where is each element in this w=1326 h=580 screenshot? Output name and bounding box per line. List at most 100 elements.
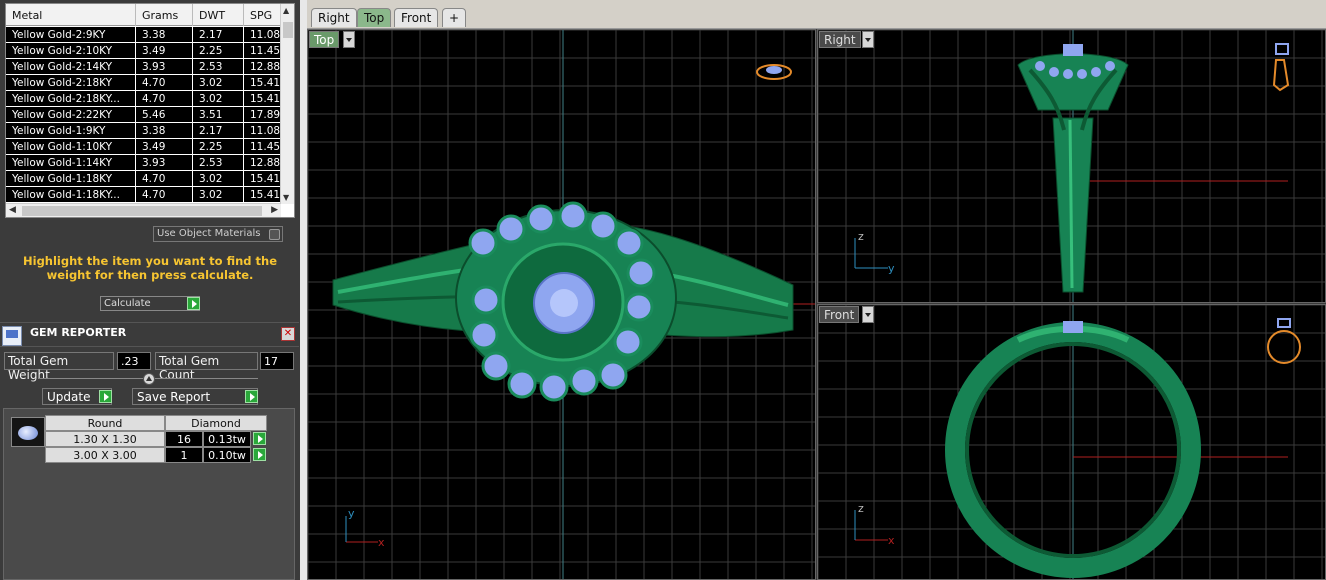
table-cell: 15.41 (250, 189, 281, 201)
play-arrow-icon[interactable] (187, 297, 200, 310)
table-cell: Yellow Gold-1:14KY (6, 155, 136, 170)
table-cell: 17.89 (250, 109, 281, 121)
table-cell: 11.45 (250, 141, 281, 153)
total-gem-weight-value: .23 (117, 352, 151, 370)
collapse-arrow-icon[interactable] (143, 373, 155, 385)
viewport-right-label[interactable]: Right (819, 31, 861, 48)
table-row[interactable]: Yellow Gold-2:10KY 3.49 2.25 11.45 (6, 43, 281, 59)
scroll-left-icon[interactable]: ◀ (9, 205, 16, 215)
table-cell: Yellow Gold-1:10KY (6, 139, 136, 154)
scroll-up-icon[interactable]: ▲ (283, 6, 289, 15)
side-gem (1063, 69, 1073, 79)
tab-top[interactable]: Top (357, 8, 392, 27)
vertical-scrollbar[interactable]: ▲ ▼ (280, 4, 294, 204)
viewport-top[interactable]: y x Top (307, 29, 816, 580)
halo-gem (624, 292, 654, 322)
table-row[interactable]: Yellow Gold-2:22KY 5.46 3.51 17.89 (6, 107, 281, 123)
table-cell: 3.38 (136, 27, 193, 42)
table-cell: Yellow Gold-2:18KY... (6, 91, 136, 106)
axis-y-label: y (348, 507, 355, 520)
viewport-front-label[interactable]: Front (819, 306, 860, 323)
viewport-top-label[interactable]: Top (309, 31, 340, 48)
metal-table-body: Yellow Gold-2:9KY 3.38 2.17 11.08 Yellow Gol… (6, 27, 281, 203)
horizontal-scrollbar[interactable]: ◀ ▶ (6, 203, 281, 217)
table-cell: Yellow Gold-1:18KY (6, 171, 136, 186)
scroll-right-icon[interactable]: ▶ (271, 205, 278, 215)
metal-weight-table[interactable]: Metal Grams DWT SPG Yellow Gold-2:9KY 3.3… (5, 3, 295, 218)
halo-gem (598, 360, 628, 390)
side-gem (1091, 67, 1101, 77)
scroll-thumb-horizontal[interactable] (22, 206, 262, 216)
gem-reporter-logo-icon (2, 326, 22, 346)
table-cell: 2.25 (193, 43, 244, 58)
table-cell: 4.70 (136, 187, 193, 202)
tab-right[interactable]: Right (311, 8, 357, 27)
table-cell: 3.49 (136, 43, 193, 58)
row-select-arrow-icon[interactable] (253, 432, 266, 445)
table-cell: 4.70 (136, 171, 193, 186)
table-cell: 2.53 (193, 155, 244, 170)
table-cell: 15.41 (250, 93, 281, 105)
gem-weight: 0.13tw (203, 431, 251, 447)
column-header-dwt[interactable]: DWT (193, 4, 244, 26)
viewport-right[interactable]: z y Right (817, 29, 1326, 303)
use-object-materials-label: Use Object Materials (157, 228, 261, 239)
row-select-arrow-icon[interactable] (253, 448, 266, 461)
table-cell: Yellow Gold-1:9KY (6, 123, 136, 138)
halo-gem (569, 366, 599, 396)
table-cell: Yellow Gold-2:9KY (6, 27, 136, 42)
table-cell: 3.49 (136, 139, 193, 154)
halo-gem (539, 372, 569, 402)
view-orientation-ring-icon[interactable] (1267, 330, 1301, 364)
chevron-down-icon[interactable] (862, 31, 874, 48)
axis-z-label: z (858, 230, 864, 243)
side-gem (1077, 69, 1087, 79)
table-cell: 3.02 (193, 91, 244, 106)
gem-count: 16 (165, 431, 203, 447)
halo-gem (526, 204, 556, 234)
table-cell: 2.53 (193, 59, 244, 74)
table-cell: 11.45 (250, 45, 281, 57)
view-tabs-bar: Right Top Front + (307, 0, 1326, 29)
add-tab-icon[interactable]: + (442, 8, 466, 27)
gem-reporter-title: GEM REPORTER (30, 326, 127, 339)
axis-x-label: x (378, 536, 385, 549)
table-cell: 2.25 (193, 139, 244, 154)
table-row[interactable]: Yellow Gold-1:18KY... 4.70 3.02 15.41 (6, 187, 281, 203)
close-icon[interactable]: ✕ (281, 327, 295, 341)
save-report-button[interactable]: Save Report (132, 388, 258, 405)
chevron-down-icon[interactable] (343, 31, 355, 48)
update-label: Update (47, 390, 91, 404)
table-cell: 11.08 (250, 29, 281, 41)
column-header-spg[interactable]: SPG (244, 4, 281, 26)
calculate-button[interactable]: Calculate (100, 296, 200, 311)
table-row[interactable]: Yellow Gold-1:9KY 3.38 2.17 11.08 (6, 123, 281, 139)
column-header-grams[interactable]: Grams (136, 4, 193, 26)
table-row[interactable]: Yellow Gold-2:18KY 4.70 3.02 15.41 (6, 75, 281, 91)
tab-front[interactable]: Front (394, 8, 439, 27)
axis-z-label: z (858, 502, 864, 515)
table-row[interactable]: Yellow Gold-1:14KY 3.93 2.53 12.88 (6, 155, 281, 171)
update-button[interactable]: Update (42, 388, 112, 405)
table-row[interactable]: Yellow Gold-1:10KY 3.49 2.25 11.45 (6, 139, 281, 155)
use-object-materials-toggle[interactable]: Use Object Materials (153, 226, 283, 242)
view-orientation-gem-icon (1275, 43, 1289, 55)
chevron-down-icon[interactable] (862, 306, 874, 323)
table-row[interactable]: Yellow Gold-2:18KY... 4.70 3.02 15.41 (6, 91, 281, 107)
top-view-canvas: y x (308, 30, 815, 579)
table-cell: 12.88 (250, 61, 281, 73)
save-report-label: Save Report (137, 390, 211, 404)
scroll-thumb[interactable] (283, 22, 293, 38)
gem-weight: 0.10tw (203, 447, 251, 463)
panel-divider[interactable] (300, 0, 307, 580)
table-row[interactable]: Yellow Gold-2:14KY 3.93 2.53 12.88 (6, 59, 281, 75)
table-row[interactable]: Yellow Gold-2:9KY 3.38 2.17 11.08 (6, 27, 281, 43)
table-row[interactable]: Yellow Gold-1:18KY 4.70 3.02 15.41 (6, 171, 281, 187)
viewport-front[interactable]: z x Front (817, 304, 1326, 580)
table-cell: 11.08 (250, 125, 281, 137)
scroll-down-icon[interactable]: ▼ (283, 193, 289, 202)
play-arrow-icon (245, 390, 258, 403)
table-cell: 15.41 (250, 77, 281, 89)
table-cell: 2.17 (193, 27, 244, 42)
column-header-metal[interactable]: Metal (6, 4, 136, 26)
